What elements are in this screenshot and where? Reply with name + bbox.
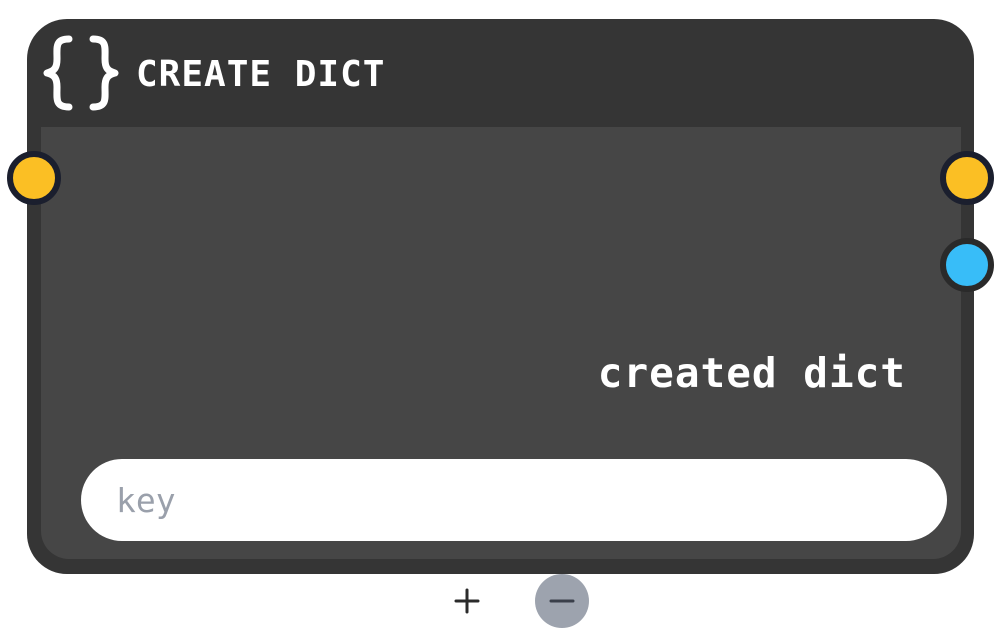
exec-output-port[interactable] [940,151,994,205]
node-body: created dict [41,127,961,628]
create-dict-node[interactable]: CREATE DICT created dict [27,19,974,628]
node-title: CREATE DICT [136,54,386,95]
plus-icon [454,588,480,614]
output-label: created dict [597,349,906,397]
curly-braces-icon [43,35,119,111]
minus-icon [549,599,575,603]
key-input[interactable] [81,459,947,541]
node-header[interactable]: CREATE DICT [27,19,974,127]
exec-input-port[interactable] [7,151,61,205]
add-key-button[interactable] [440,574,494,628]
dict-output-port[interactable] [940,238,994,292]
remove-key-button[interactable] [535,574,589,628]
